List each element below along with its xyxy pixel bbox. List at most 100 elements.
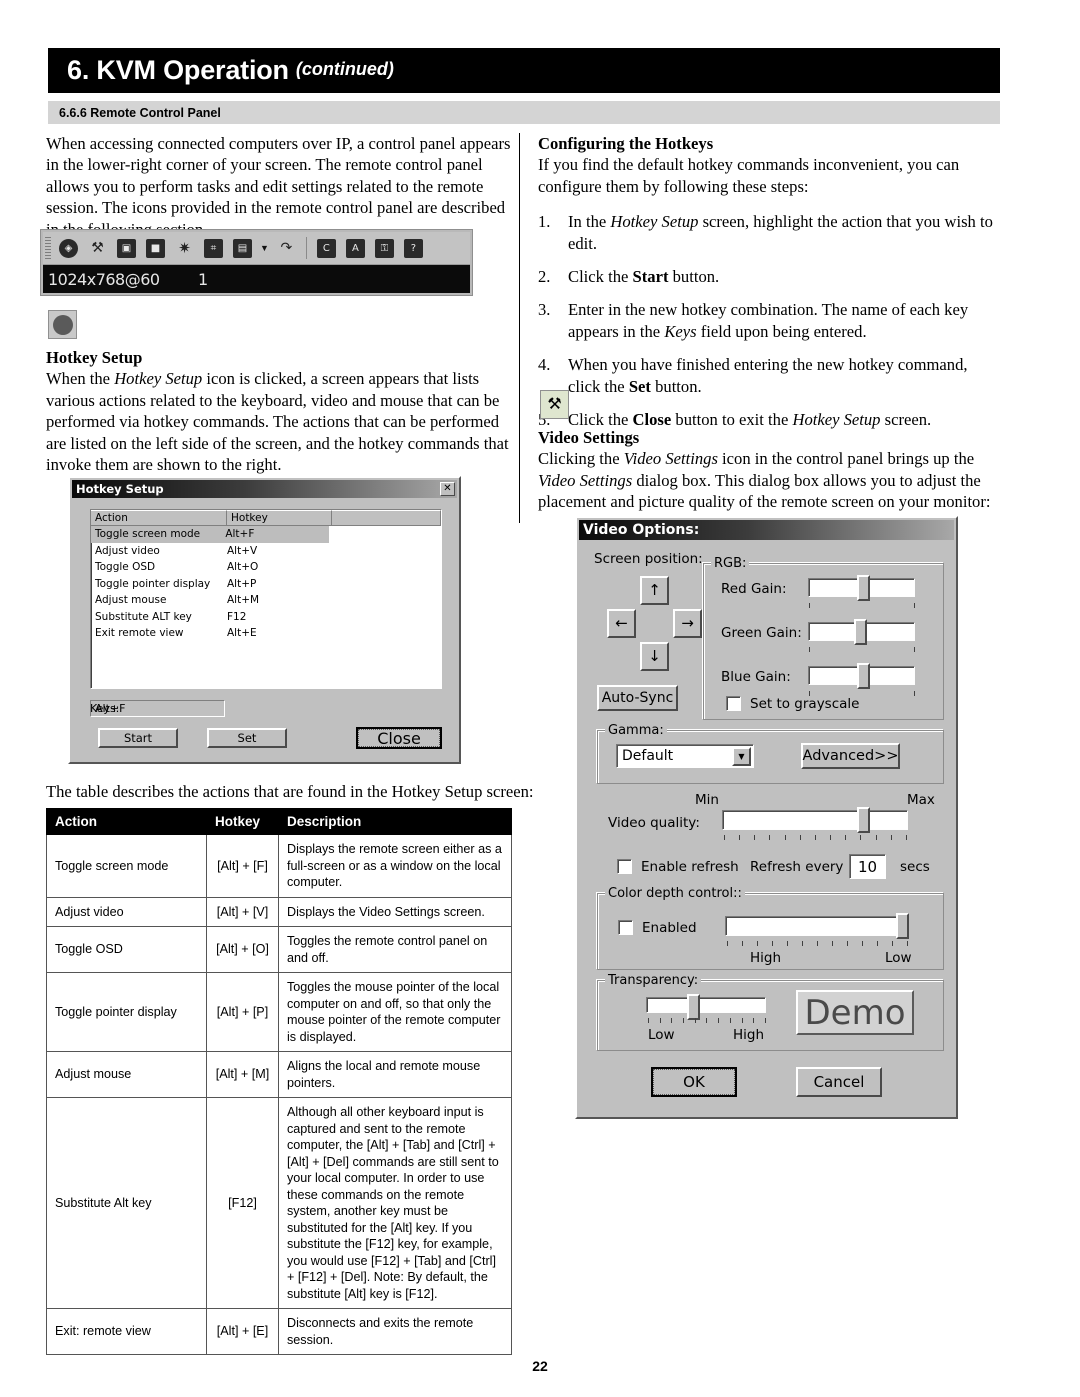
blue-gain-slider[interactable] — [808, 663, 915, 689]
set-button[interactable]: Set — [207, 728, 287, 748]
mouse-sync-icon[interactable]: ↷ — [273, 235, 299, 261]
brightness-icon[interactable]: ✷ — [172, 235, 197, 261]
refresh-seconds-input[interactable]: 10 — [849, 854, 886, 879]
transparency-high-label: High — [733, 1027, 765, 1043]
configuring-hotkeys-heading: Configuring the Hotkeys — [538, 134, 714, 153]
hotkey-dialog-title: Hotkey Setup — [76, 482, 164, 496]
page-title-continued: (continued) — [295, 59, 394, 79]
hammer-icon[interactable]: ⚒ — [85, 235, 110, 261]
vs-em-2: Video Settings — [538, 470, 633, 490]
step-text-cont: field upon being entered. — [696, 321, 867, 341]
row-action: Toggle pointer display — [95, 577, 211, 590]
chevron-down-icon[interactable]: ▼ — [732, 746, 751, 766]
column-header-blank[interactable] — [332, 510, 441, 526]
color-depth-slider[interactable] — [725, 913, 909, 939]
intro-paragraph: When accessing connected computers over … — [46, 134, 511, 239]
red-gain-thumb[interactable] — [857, 575, 870, 601]
ok-button[interactable]: OK — [651, 1067, 737, 1097]
monitor-icon[interactable]: ■ — [143, 235, 168, 261]
cell-hotkey: [Alt] + [V] — [206, 896, 279, 927]
hotkey-setup-section: Hotkey Setup When the Hotkey Setup icon … — [46, 347, 511, 475]
list-item: 1. In the Hotkey Setup screen, highlight… — [538, 211, 1002, 254]
help-icon[interactable]: ? — [400, 235, 426, 261]
table-row: Adjust mouse [Alt] + [M] Aligns the loca… — [46, 1051, 512, 1098]
column-header-action[interactable]: Action — [91, 510, 227, 526]
video-options-dialog: Video Options: Screen position: ↑ ← → ↓ … — [575, 516, 958, 1119]
list-item[interactable]: Toggle OSD Alt+O — [91, 559, 441, 576]
table-row: Substitute Alt key [F12] Although all ot… — [46, 1097, 512, 1309]
table-row: Adjust video [Alt] + [V] Displays the Vi… — [46, 896, 512, 927]
list-item[interactable]: Adjust mouse Alt+M — [91, 592, 441, 609]
hotkey-dialog-titlebar[interactable]: Hotkey Setup ✕ — [72, 480, 457, 498]
cell-description: Displays the remote screen either as a f… — [278, 834, 512, 898]
move-left-button[interactable]: ← — [607, 609, 636, 638]
cell-hotkey: [Alt] + [F] — [206, 834, 279, 898]
green-gain-thumb[interactable] — [854, 619, 867, 645]
refresh-every-label: Refresh every — [750, 859, 844, 875]
hk-text-em: Hotkey Setup — [114, 369, 203, 389]
video-settings-icon[interactable]: ⚒ — [540, 390, 569, 419]
color-depth-thumb[interactable] — [896, 913, 909, 939]
hotkey-setup-icon[interactable] — [48, 310, 77, 339]
video-dialog-titlebar[interactable]: Video Options: — [579, 520, 954, 540]
toolbar-separator — [305, 237, 307, 259]
calendar-icon[interactable]: ▤ — [230, 235, 255, 261]
list-item[interactable]: Adjust video Alt+V — [91, 543, 441, 560]
cancel-button[interactable]: Cancel — [796, 1067, 882, 1097]
cell-action: Exit: remote view — [46, 1308, 207, 1355]
vs-text-b: icon in the control panel brings up the — [717, 449, 975, 469]
secs-label: secs — [900, 859, 930, 875]
close-button[interactable]: Close — [356, 727, 442, 749]
list-item[interactable]: Toggle pointer display Alt+P — [91, 576, 441, 593]
cell-hotkey: [F12] — [206, 1097, 279, 1309]
keyboard-icon[interactable]: ⌗ — [201, 235, 226, 261]
row-action: Adjust mouse — [95, 594, 167, 606]
table-row: Toggle screen mode [Alt] + [F] Displays … — [46, 834, 512, 898]
hotkey-actions-table: Action Hotkey Description Toggle screen … — [46, 808, 512, 1355]
dropdown-caret-icon[interactable]: ▼ — [260, 243, 269, 253]
move-up-button[interactable]: ↑ — [640, 576, 669, 605]
list-item[interactable]: Substitute ALT key F12 — [91, 609, 441, 626]
color-depth-enabled-checkbox[interactable] — [618, 920, 633, 935]
cell-description: Displays the Video Settings screen. — [278, 896, 512, 927]
resolution-label: 1024x768@60 — [48, 269, 160, 289]
gamma-select[interactable]: Default ▼ — [616, 744, 754, 768]
lock-icon[interactable]: ⚿ — [371, 235, 397, 261]
page-header-bar: 6. KVM Operation (continued) — [48, 48, 1000, 93]
move-down-button[interactable]: ↓ — [640, 642, 669, 671]
remote-control-panel-image: ◈ ⚒ ▣ ■ ✷ ⌗ ▤ ▼ ↷ C A ⚿ ? 1024x768@60 1 — [40, 229, 473, 296]
start-button[interactable]: Start — [98, 728, 178, 748]
advanced-button[interactable]: Advanced>> — [801, 743, 900, 769]
step-text-cont: button. — [650, 376, 702, 396]
step-text-cont: button. — [668, 267, 720, 287]
step-number: 1. — [538, 212, 551, 232]
green-gain-slider[interactable] — [808, 619, 915, 645]
ok-button-label: OK — [653, 1069, 735, 1095]
cell-hotkey: [Alt] + [M] — [206, 1051, 279, 1098]
screen-mode-icon[interactable]: ▣ — [114, 235, 139, 261]
transparency-thumb[interactable] — [687, 994, 700, 1020]
cell-action: Adjust video — [46, 896, 207, 927]
save-alt-icon[interactable]: A — [342, 235, 368, 261]
row-action: Adjust video — [95, 544, 160, 557]
transparency-preview: Demo — [796, 990, 914, 1035]
transparency-slider[interactable] — [646, 994, 766, 1020]
globe-icon[interactable]: ◈ — [56, 235, 81, 261]
column-header-hotkey[interactable]: Hotkey — [227, 510, 332, 526]
video-quality-slider[interactable] — [722, 807, 908, 833]
save-ctrl-icon[interactable]: C — [313, 235, 339, 261]
set-to-grayscale-checkbox[interactable] — [726, 696, 741, 711]
close-icon[interactable]: ✕ — [440, 482, 455, 496]
list-item[interactable]: Exit remote view Alt+E — [91, 625, 441, 642]
cell-action: Substitute Alt key — [46, 1097, 207, 1309]
list-item[interactable]: Toggle screen mode Alt+F — [91, 526, 329, 543]
video-quality-thumb[interactable] — [857, 807, 870, 833]
blue-gain-thumb[interactable] — [857, 663, 870, 689]
auto-sync-button[interactable]: Auto-Sync — [597, 685, 678, 711]
red-gain-slider[interactable] — [808, 575, 915, 601]
list-item: 4. When you have finished entering the n… — [538, 354, 1002, 397]
enable-refresh-checkbox[interactable] — [617, 859, 632, 874]
move-right-button[interactable]: → — [673, 609, 702, 638]
hotkey-list[interactable]: Action Hotkey Toggle screen mode Alt+F A… — [90, 509, 442, 689]
th-action: Action — [46, 808, 207, 835]
